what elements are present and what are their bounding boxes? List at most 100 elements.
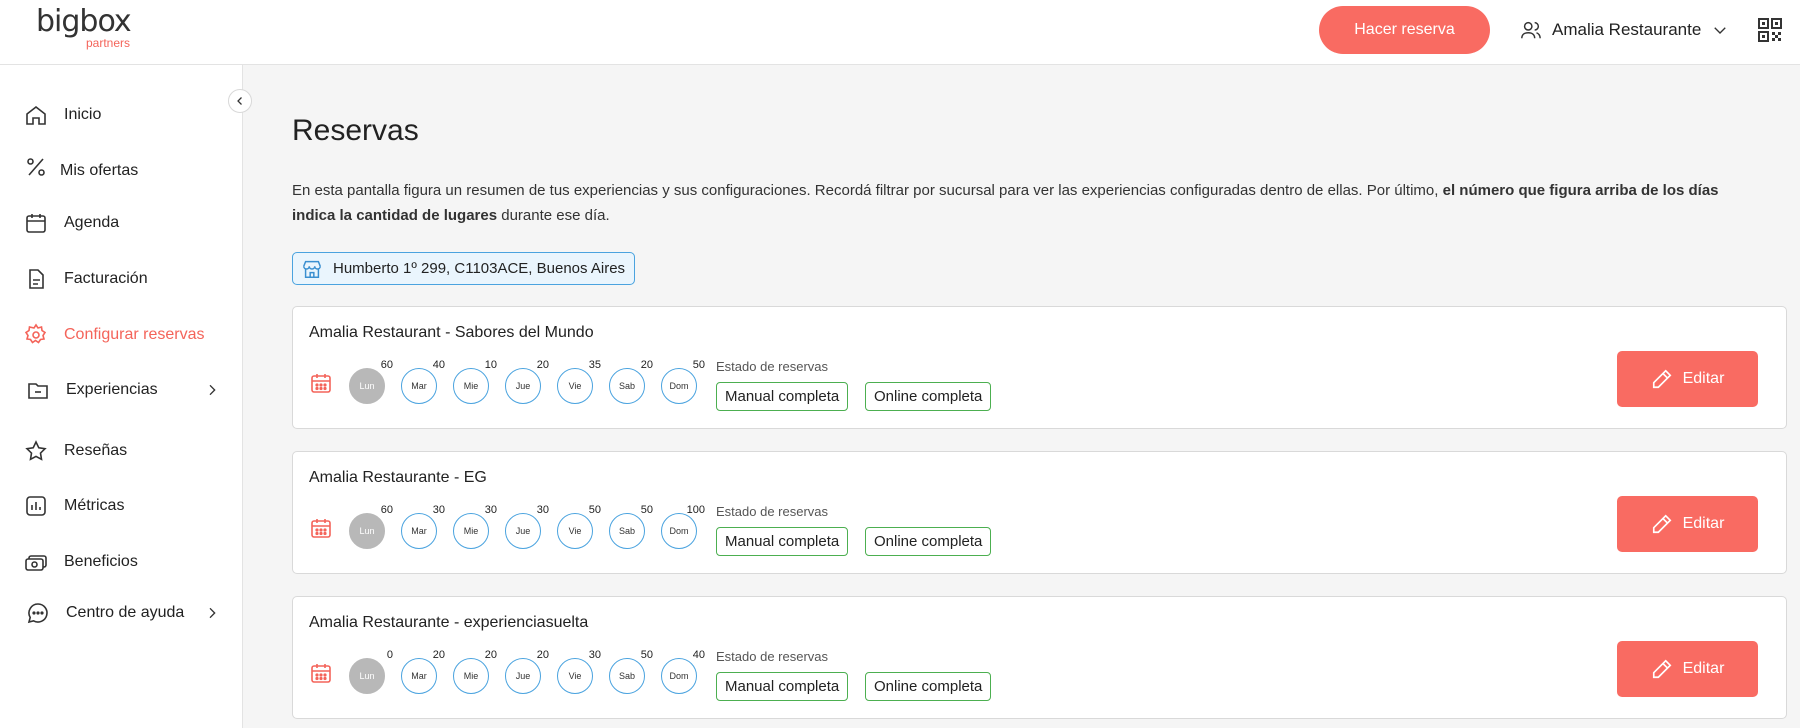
sidebar-item-label: Centro de ayuda bbox=[66, 604, 185, 621]
bar-chart-icon bbox=[26, 496, 46, 516]
estado-label: Estado de reservas bbox=[716, 359, 829, 374]
edit-button[interactable]: Editar bbox=[1617, 496, 1758, 552]
document-icon bbox=[29, 269, 44, 289]
day-badge-dom[interactable]: Dom bbox=[661, 658, 697, 694]
sidebar-item-centro-de-ayuda[interactable]: Centro de ayuda bbox=[0, 593, 243, 633]
day-badge-vie[interactable]: Vie bbox=[557, 513, 593, 549]
day-capacity: 30 bbox=[536, 504, 549, 516]
day-badge-mie[interactable]: Mie bbox=[453, 368, 489, 404]
sidebar-item-label: Reseñas bbox=[64, 442, 128, 459]
day-capacity: 35 bbox=[588, 359, 601, 371]
percent-icon bbox=[27, 158, 45, 176]
sidebar: Inicio Mis ofertas Agenda Facturación Co… bbox=[0, 65, 243, 728]
calendar-icon bbox=[26, 214, 46, 233]
day-badge-lun[interactable]: Lun bbox=[349, 513, 385, 549]
day-badge-mar[interactable]: Mar bbox=[401, 658, 437, 694]
description-text: En esta pantalla figura un resumen de tu… bbox=[292, 182, 1443, 199]
day-capacity: 100 bbox=[686, 504, 705, 516]
status-badge: Manual completa bbox=[716, 382, 849, 411]
day-badge-mar[interactable]: Mar bbox=[401, 368, 437, 404]
sidebar-item-facturacion[interactable]: Facturación bbox=[0, 259, 243, 299]
day-capacity: 20 bbox=[536, 649, 549, 661]
day-capacity: 60 bbox=[380, 504, 393, 516]
day-badge-mie[interactable]: Mie bbox=[453, 513, 489, 549]
day-badge-sab[interactable]: Sab bbox=[609, 513, 645, 549]
collapse-sidebar-button[interactable] bbox=[228, 89, 252, 113]
store-icon bbox=[303, 260, 321, 278]
status-badge: Online completa bbox=[865, 672, 992, 701]
day-badge-mar[interactable]: Mar bbox=[401, 513, 437, 549]
gear-icon bbox=[24, 323, 47, 344]
folder-icon bbox=[28, 383, 48, 399]
sidebar-item-label: Inicio bbox=[64, 106, 102, 123]
day-badge-vie[interactable]: Vie bbox=[557, 368, 593, 404]
bigbox-logo[interactable]: bigbox partners bbox=[36, 6, 146, 54]
day-capacity: 20 bbox=[640, 359, 653, 371]
pencil-icon bbox=[1652, 369, 1672, 389]
day-capacity: 30 bbox=[432, 504, 445, 516]
sidebar-item-configurar-reservas[interactable]: Configurar reservas bbox=[0, 315, 243, 355]
sidebar-item-label: Beneficios bbox=[64, 553, 138, 570]
day-capacity: 40 bbox=[432, 359, 445, 371]
chevron-right-icon bbox=[209, 384, 216, 396]
estado-label: Estado de reservas bbox=[716, 504, 829, 519]
day-badge-lun[interactable]: Lun bbox=[349, 658, 385, 694]
hacer-reserva-button[interactable]: Hacer reserva bbox=[1319, 6, 1490, 54]
experience-title: Amalia Restaurante - EG bbox=[309, 469, 487, 486]
status-badge: Online completa bbox=[865, 382, 992, 411]
day-badge-mie[interactable]: Mie bbox=[453, 658, 489, 694]
calendar-icon bbox=[311, 519, 331, 538]
logo-sub: partners bbox=[86, 36, 131, 50]
sidebar-item-inicio[interactable]: Inicio bbox=[0, 95, 243, 135]
day-capacity: 20 bbox=[536, 359, 549, 371]
sidebar-item-resenas[interactable]: Reseñas bbox=[0, 431, 243, 471]
day-badge-jue[interactable]: Jue bbox=[505, 658, 541, 694]
sidebar-item-metricas[interactable]: Métricas bbox=[0, 486, 243, 526]
status-badge: Online completa bbox=[865, 527, 992, 556]
edit-button[interactable]: Editar bbox=[1617, 351, 1758, 407]
qr-code-icon[interactable] bbox=[1758, 18, 1782, 42]
sidebar-item-label: Configurar reservas bbox=[64, 326, 205, 343]
edit-label: Editar bbox=[1682, 515, 1725, 532]
experience-card: Amalia Restaurant - Sabores del Mundo Lun… bbox=[292, 306, 1787, 429]
experience-card: Amalia Restaurante - experienciasuelta Lu… bbox=[292, 596, 1787, 719]
branch-filter[interactable]: Humberto 1º 299, C1103ACE, Buenos Aires bbox=[292, 252, 636, 285]
day-badge-sab[interactable]: Sab bbox=[609, 368, 645, 404]
sidebar-item-label: Agenda bbox=[64, 214, 120, 231]
experience-title: Amalia Restaurant - Sabores del Mundo bbox=[309, 324, 594, 341]
day-badge-dom[interactable]: Dom bbox=[661, 513, 697, 549]
day-badge-jue[interactable]: Jue bbox=[505, 368, 541, 404]
chevron-left-icon bbox=[237, 97, 242, 105]
day-capacity: 50 bbox=[640, 504, 653, 516]
experience-title: Amalia Restaurante - experienciasuelta bbox=[309, 614, 589, 631]
sidebar-item-label: Mis ofertas bbox=[60, 162, 139, 179]
day-badge-dom[interactable]: Dom bbox=[661, 368, 697, 404]
day-badge-lun[interactable]: Lun bbox=[349, 368, 385, 404]
user-menu[interactable]: Amalia Restaurante bbox=[1520, 14, 1729, 46]
page-title: Reservas bbox=[292, 114, 419, 147]
day-capacity: 0 bbox=[386, 649, 393, 661]
star-icon bbox=[25, 440, 47, 461]
sidebar-item-label: Métricas bbox=[64, 497, 125, 514]
day-capacity: 60 bbox=[380, 359, 393, 371]
edit-button[interactable]: Editar bbox=[1617, 641, 1758, 697]
sidebar-item-experiencias[interactable]: Experiencias bbox=[0, 370, 243, 410]
user-name: Amalia Restaurante bbox=[1552, 20, 1702, 39]
day-badge-sab[interactable]: Sab bbox=[609, 658, 645, 694]
sidebar-item-label: Facturación bbox=[64, 270, 148, 287]
day-capacity: 50 bbox=[640, 649, 653, 661]
day-badge-jue[interactable]: Jue bbox=[505, 513, 541, 549]
status-badge: Manual completa bbox=[716, 672, 849, 701]
branch-address: Humberto 1º 299, C1103ACE, Buenos Aires bbox=[333, 260, 626, 277]
logo-word: bigbox bbox=[36, 4, 132, 39]
day-badge-vie[interactable]: Vie bbox=[557, 658, 593, 694]
sidebar-item-beneficios[interactable]: Beneficios bbox=[0, 542, 243, 582]
day-capacity: 50 bbox=[692, 359, 705, 371]
day-capacity: 50 bbox=[588, 504, 601, 516]
calendar-icon bbox=[311, 374, 331, 393]
day-capacity: 20 bbox=[432, 649, 445, 661]
day-capacity: 30 bbox=[588, 649, 601, 661]
sidebar-item-agenda[interactable]: Agenda bbox=[0, 203, 243, 243]
sidebar-item-mis-ofertas[interactable]: Mis ofertas bbox=[0, 151, 243, 191]
sidebar-item-label: Experiencias bbox=[66, 381, 158, 398]
